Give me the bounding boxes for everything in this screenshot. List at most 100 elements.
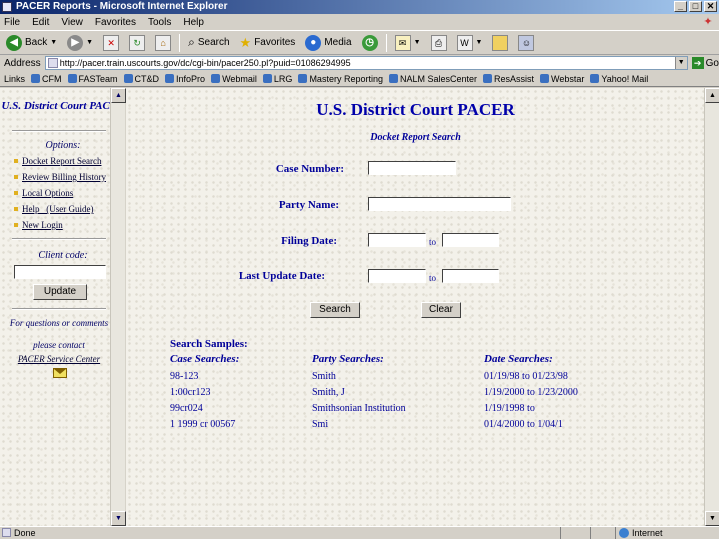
scroll-up-icon[interactable]: ▲ (705, 88, 719, 103)
last-update-to-input[interactable] (442, 269, 499, 283)
link-ctd[interactable]: CT&D (123, 74, 159, 84)
link-cfm[interactable]: CFM (31, 74, 62, 84)
link-yahoo-mail[interactable]: Yahoo! Mail (590, 74, 648, 84)
links-bar: Links CFM FASTeam CT&D InfoPro Webmail L… (0, 71, 719, 87)
link-webstar[interactable]: Webstar (540, 74, 584, 84)
link-icon (165, 74, 175, 83)
discuss-button[interactable] (490, 33, 510, 53)
sidebar-link-local-options[interactable]: Local Options (14, 188, 73, 198)
party-name-input[interactable] (368, 197, 511, 211)
toolbar-separator (385, 33, 387, 52)
edit-button[interactable]: W ▼ (455, 33, 485, 53)
link-nalm-salescenter[interactable]: NALM SalesCenter (388, 74, 477, 84)
scroll-up-icon[interactable]: ▲ (111, 88, 126, 103)
stop-button[interactable]: ✕ (101, 33, 121, 53)
menu-file[interactable]: File (4, 17, 20, 28)
messenger-icon: ☺ (518, 34, 535, 51)
last-update-from-input[interactable] (368, 269, 426, 283)
history-icon: ◷ (361, 34, 378, 51)
link-mastery-reporting[interactable]: Mastery Reporting (298, 74, 383, 84)
link-icon (483, 74, 493, 83)
sidebar-link-new-login[interactable]: New Login (14, 220, 63, 230)
history-button[interactable]: ◷ (360, 33, 380, 53)
main-scrollbar[interactable]: ▲ ▼ (704, 88, 719, 526)
sidebar-divider (12, 130, 106, 132)
window-titlebar: PACER Reports - Microsoft Internet Explo… (0, 0, 719, 14)
address-input[interactable]: http://pacer.train.uscourts.gov/dc/cgi-b… (44, 56, 688, 70)
link-lrg[interactable]: LRG (262, 74, 292, 84)
address-dropdown-icon[interactable]: ▼ (674, 57, 687, 69)
filing-date-from-input[interactable] (368, 233, 426, 247)
messenger-button[interactable]: ☺ (516, 33, 536, 53)
address-label: Address (4, 57, 41, 69)
sidebar-frame: U.S. District Court PACER Options: Docke… (0, 88, 126, 526)
filing-date-to-input[interactable] (442, 233, 499, 247)
bullet-icon (14, 191, 18, 195)
print-button[interactable]: ⎙ (429, 33, 449, 53)
link-icon (67, 74, 77, 83)
envelope-icon[interactable] (53, 368, 67, 378)
menu-edit[interactable]: Edit (32, 17, 49, 28)
link-icon (298, 74, 308, 83)
sample-party-1: Smith (312, 371, 336, 382)
clear-button[interactable]: Clear (421, 302, 461, 318)
sidebar-link-help[interactable]: Help (User Guide) (14, 204, 93, 214)
mail-icon: ✉ (394, 34, 411, 51)
link-webmail[interactable]: Webmail (211, 74, 257, 84)
link-icon (123, 74, 133, 83)
mail-button[interactable]: ✉ ▼ (393, 33, 423, 53)
menu-favorites[interactable]: Favorites (95, 17, 136, 28)
menu-help[interactable]: Help (183, 17, 204, 28)
media-button[interactable]: ● Media (303, 33, 353, 53)
menu-tools[interactable]: Tools (148, 17, 171, 28)
client-code-input[interactable] (14, 265, 106, 279)
scroll-down-icon[interactable]: ▼ (705, 511, 719, 526)
contact-text: please contact (33, 340, 85, 350)
case-number-input[interactable] (368, 161, 456, 175)
links-label: Links (4, 73, 26, 84)
minimize-button[interactable]: _ (674, 1, 687, 12)
status-zone: Internet (615, 527, 715, 539)
bullet-icon (14, 207, 18, 211)
page-title: U.S. District Court PACER (316, 100, 515, 119)
page-content: U.S. District Court PACER Options: Docke… (0, 88, 719, 526)
sidebar-scrollbar[interactable]: ▲ ▼ (110, 88, 126, 526)
window-title: PACER Reports - Microsoft Internet Explo… (16, 1, 228, 12)
search-samples-title: Search Samples: (170, 338, 248, 350)
sidebar-divider (12, 308, 106, 310)
go-button[interactable]: ➔ Go (691, 57, 719, 69)
scroll-down-icon[interactable]: ▼ (111, 511, 126, 526)
home-button[interactable]: ⌂ (153, 33, 173, 53)
refresh-button[interactable]: ↻ (127, 33, 147, 53)
link-icon (388, 74, 398, 83)
search-button[interactable]: Search (310, 302, 360, 318)
link-fasteam[interactable]: FASTeam (67, 74, 118, 84)
menu-view[interactable]: View (61, 17, 83, 28)
search-icon: ⌕ (188, 35, 195, 49)
pacer-service-center-link[interactable]: PACER Service Center (0, 354, 118, 364)
sidebar-title: U.S. District Court PACER (1, 100, 125, 112)
windows-logo-icon: ✦ (703, 16, 713, 28)
forward-button[interactable]: ▶ ▼ (65, 33, 95, 53)
favorites-button[interactable]: ★ Favorites (238, 33, 298, 53)
refresh-icon: ↻ (129, 34, 146, 51)
close-button[interactable]: ✕ (704, 1, 717, 12)
update-button[interactable]: Update (33, 284, 87, 300)
maximize-button[interactable]: □ (689, 1, 702, 12)
bullet-icon (14, 175, 18, 179)
link-infopro[interactable]: InfoPro (165, 74, 205, 84)
go-arrow-icon: ➔ (691, 57, 704, 69)
link-resassist[interactable]: ResAssist (483, 74, 534, 84)
status-divider (590, 527, 591, 539)
page-icon (2, 528, 11, 537)
back-button[interactable]: ◀ Back ▼ (4, 33, 59, 53)
sample-case-4: 1 1999 cr 00567 (170, 419, 236, 430)
sample-party-4: Smi (312, 419, 329, 430)
search-button[interactable]: ⌕ Search (186, 33, 231, 53)
client-code-label: Client code: (38, 250, 88, 261)
page-icon (47, 58, 58, 68)
sample-date-4: 01/4/2000 to 1/04/1 (484, 419, 563, 430)
sidebar-link-review-billing-history[interactable]: Review Billing History (14, 172, 106, 182)
sidebar-link-docket-report-search[interactable]: Docket Report Search (14, 156, 101, 166)
back-arrow-icon: ◀ (6, 34, 22, 51)
